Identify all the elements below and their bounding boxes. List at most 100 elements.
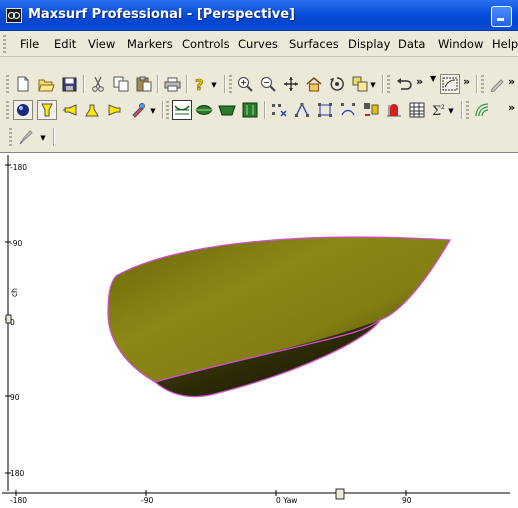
menu-display[interactable]: Display [348, 37, 390, 51]
menu-data[interactable]: Data [398, 37, 425, 51]
copy-icon[interactable] [112, 75, 130, 93]
shading-icon[interactable] [473, 101, 491, 119]
dropdown-arrow-icon[interactable]: ▼ [39, 133, 47, 143]
maxsurf-app-icon[interactable] [6, 8, 22, 23]
new-icon[interactable] [14, 75, 32, 93]
curve-icon[interactable] [339, 101, 357, 119]
view-perspective-icon[interactable] [241, 101, 259, 119]
zoom-in-icon[interactable] [236, 75, 254, 93]
cut-icon[interactable] [89, 75, 107, 93]
horizontal-tick-label: -180 [10, 496, 28, 505]
menu-surfaces[interactable]: Surfaces [289, 37, 339, 51]
viewport-canvas[interactable] [0, 153, 518, 508]
brush-toolbar: ▼ [0, 124, 518, 150]
menu-view[interactable]: View [88, 37, 115, 51]
perspective-viewport[interactable]: -180 -90 0 90 180 ch -180 -90 0 Yaw 90 [0, 152, 518, 508]
toolbar-grip[interactable] [481, 75, 484, 93]
pan-icon[interactable] [282, 75, 300, 93]
vertical-tick-label: -180 [10, 163, 28, 172]
toolbar-options-icon[interactable]: ▼ [430, 73, 440, 87]
dropdown-arrow-icon[interactable]: ▼ [149, 106, 157, 116]
toolbar-grip[interactable] [9, 128, 12, 146]
markers-icon[interactable] [362, 101, 380, 119]
window-title: Maxsurf Professional - [Perspective] [28, 7, 295, 22]
menu-window[interactable]: Window [438, 37, 483, 51]
vertical-tick-label: 0 [10, 318, 15, 327]
toolbar-separator [53, 128, 55, 146]
title-bar[interactable]: Maxsurf Professional - [Perspective] [0, 0, 518, 31]
menu-curves[interactable]: Curves [238, 37, 278, 51]
vertical-tick-label: 180 [10, 469, 25, 478]
hydrostatics-icon[interactable] [385, 101, 403, 119]
zoom-out-icon[interactable] [259, 75, 277, 93]
horizontal-tick-label: -90 [141, 496, 154, 505]
toolbar-separator [157, 75, 159, 93]
standard-toolbar: ? ▼ ▼ » ▼ » » [0, 71, 518, 97]
print-icon[interactable] [163, 75, 181, 93]
table-icon[interactable] [408, 101, 426, 119]
shrink-icon[interactable] [351, 75, 369, 93]
select-icon[interactable] [440, 74, 460, 94]
undo-icon[interactable] [395, 75, 413, 93]
toolbar-separator [224, 75, 226, 93]
light-left-icon[interactable] [61, 101, 79, 119]
toolbar-grip[interactable] [466, 101, 469, 119]
dropdown-arrow-icon[interactable]: ▼ [210, 80, 218, 90]
dropdown-arrow-icon[interactable]: ▼ [447, 106, 455, 116]
minimize-icon [497, 18, 504, 21]
move-points-icon[interactable] [316, 101, 334, 119]
toolbar-separator [186, 75, 188, 93]
dropdown-arrow-icon[interactable]: ▼ [369, 80, 377, 90]
pencil-icon[interactable] [488, 75, 506, 93]
render-toolbar: ▼ Σ 2 ▼ » [0, 97, 518, 123]
help-icon[interactable]: ? [191, 75, 209, 93]
menu-edit[interactable]: Edit [54, 37, 76, 51]
toolbar-overflow-icon[interactable]: » [508, 76, 518, 90]
home-view-icon[interactable] [305, 75, 323, 93]
toolbar-grip[interactable] [6, 75, 9, 93]
toolbar-overflow-icon[interactable]: » [508, 102, 518, 116]
minimize-button[interactable] [491, 6, 512, 27]
light-right-icon[interactable] [106, 101, 124, 119]
toolbar-separator [83, 75, 85, 93]
svg-text:2: 2 [441, 104, 445, 111]
view-profile-icon[interactable] [218, 101, 236, 119]
toolbar-separator [162, 101, 164, 119]
render-sphere-icon[interactable] [13, 100, 33, 120]
svg-text:?: ? [195, 76, 204, 93]
open-icon[interactable] [37, 75, 55, 93]
save-icon[interactable] [60, 75, 78, 93]
toolbar-overflow-icon[interactable]: » [463, 76, 473, 90]
light-icon[interactable] [37, 100, 57, 120]
menu-markers[interactable]: Markers [127, 37, 173, 51]
light-up-icon[interactable] [83, 101, 101, 119]
paste-icon[interactable] [135, 75, 153, 93]
vertical-tick-label: 90 [10, 393, 20, 402]
toolbar-separator [382, 75, 384, 93]
brush-icon[interactable] [17, 128, 35, 146]
menu-grip[interactable] [3, 35, 6, 53]
color-icon[interactable] [129, 101, 147, 119]
add-points-icon[interactable] [270, 101, 288, 119]
toolbar-separator [461, 101, 463, 119]
horizontal-tick-label: 90 [402, 496, 412, 505]
delete-points-icon[interactable] [293, 101, 311, 119]
toolbar-overflow-icon[interactable]: » [416, 76, 426, 90]
toolbar-grip[interactable] [229, 75, 232, 93]
hull-surface[interactable] [107, 236, 452, 398]
menu-controls[interactable]: Controls [182, 37, 230, 51]
toolbar-grip[interactable] [6, 101, 9, 119]
view-body-icon[interactable] [172, 100, 192, 120]
toolbar-separator [264, 101, 266, 119]
menu-help[interactable]: Help [492, 37, 518, 51]
sum-icon[interactable]: Σ2 [430, 101, 448, 119]
menu-bar: File Edit View Markers Controls Curves S… [0, 31, 518, 57]
pitch-axis-label: ch [10, 288, 19, 297]
yaw-slider-thumb[interactable] [335, 488, 345, 500]
toolbar-grip[interactable] [387, 75, 390, 93]
toolbar-separator [476, 75, 478, 93]
toolbar-grip[interactable] [166, 101, 169, 119]
view-plan-icon[interactable] [195, 101, 213, 119]
rotate-icon[interactable] [328, 75, 346, 93]
menu-file[interactable]: File [20, 37, 39, 51]
